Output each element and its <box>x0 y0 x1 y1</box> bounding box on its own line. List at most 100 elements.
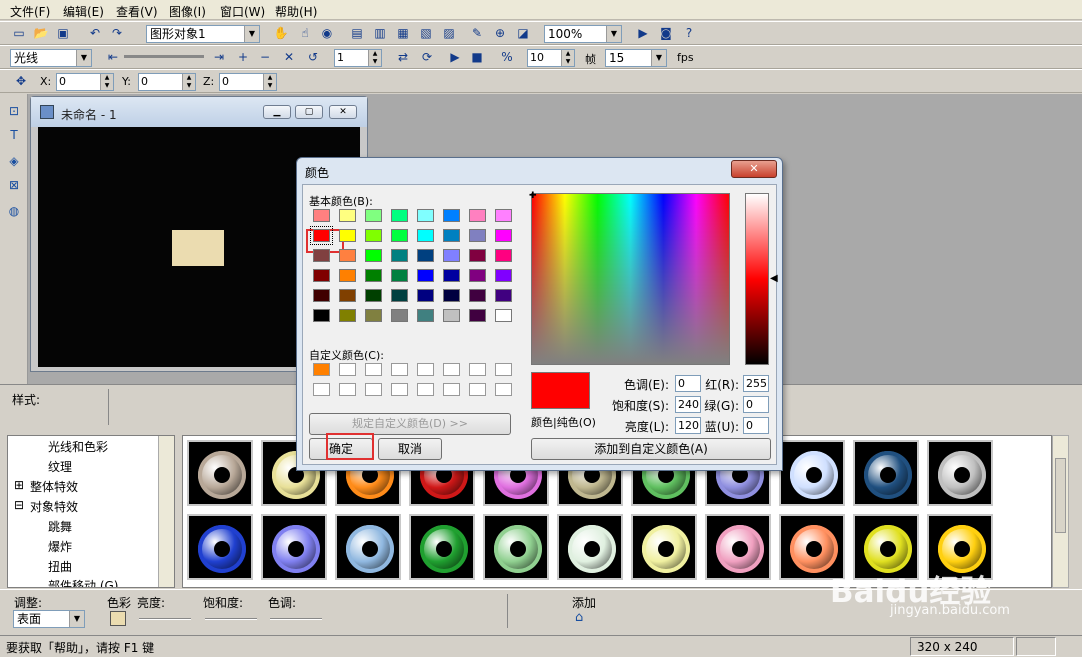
basic-color-swatch[interactable] <box>313 209 330 222</box>
swap-icon[interactable]: ⇄ <box>394 48 412 66</box>
basic-color-swatch[interactable] <box>443 249 460 262</box>
menu-window[interactable]: 窗口(W) <box>220 3 265 20</box>
z-input[interactable]: 0 ▲ ▼ <box>219 73 277 91</box>
basic-color-swatch[interactable] <box>443 229 460 242</box>
custom-color-swatch[interactable] <box>443 383 460 396</box>
custom-color-swatch[interactable] <box>365 383 382 396</box>
basic-color-swatch[interactable] <box>391 249 408 262</box>
open-file-icon[interactable]: 📂 <box>32 24 50 42</box>
hue-slider[interactable] <box>270 618 322 620</box>
basic-color-swatch[interactable] <box>443 309 460 322</box>
basic-color-swatch[interactable] <box>391 209 408 222</box>
help-pointer-icon[interactable]: ? <box>680 24 698 42</box>
basic-color-swatch[interactable] <box>495 209 512 222</box>
view-back-icon[interactable]: ▧ <box>417 24 435 42</box>
hue-field[interactable]: 0 <box>675 375 701 392</box>
custom-color-swatch[interactable] <box>339 363 356 376</box>
menu-image[interactable]: 图像(I) <box>169 3 206 20</box>
basic-color-swatch[interactable] <box>495 249 512 262</box>
tree-item-dance[interactable]: 跳舞 <box>48 518 72 535</box>
object-combo[interactable]: 图形对象1 ▼ <box>146 25 260 43</box>
add-custom-color-button[interactable]: 添加到自定义颜色(A) <box>531 438 771 460</box>
tree-item-global-effects[interactable]: 整体特效 <box>30 478 78 495</box>
basic-color-swatch[interactable] <box>469 209 486 222</box>
basic-color-swatch[interactable] <box>313 309 330 322</box>
basic-color-swatch[interactable] <box>339 229 356 242</box>
pin-icon[interactable]: ✎ <box>468 24 486 42</box>
light-combo[interactable]: 光线 ▼ <box>10 49 92 67</box>
menu-help[interactable]: 帮助(H) <box>275 3 317 20</box>
tree-item-part-move[interactable]: 部件移动 (G) <box>48 577 118 587</box>
key-icon[interactable]: ✕ <box>280 48 298 66</box>
basic-color-swatch[interactable] <box>313 289 330 302</box>
globe-icon[interactable]: ⊕ <box>491 24 509 42</box>
basic-color-swatch[interactable] <box>365 269 382 282</box>
custom-color-swatch[interactable] <box>391 383 408 396</box>
basic-color-swatch[interactable] <box>310 226 333 245</box>
tree-item-texture[interactable]: 纹理 <box>48 458 72 475</box>
luminance-bar[interactable] <box>745 193 769 365</box>
play-icon[interactable]: ▶ <box>446 48 464 66</box>
brightness-slider[interactable] <box>139 618 191 620</box>
select-tool-icon[interactable]: ⊠ <box>5 176 23 194</box>
fps-combo[interactable]: 15 ▼ <box>605 49 667 67</box>
basic-color-swatch[interactable] <box>495 269 512 282</box>
y-input[interactable]: 0 ▲ ▼ <box>138 73 196 91</box>
rotate-hand-icon[interactable]: ☝ <box>296 24 314 42</box>
style-thumbnail[interactable] <box>779 440 845 506</box>
style-thumbnail[interactable] <box>853 440 919 506</box>
menu-view[interactable]: 查看(V) <box>116 3 158 20</box>
style-thumbnail[interactable] <box>483 514 549 580</box>
basic-color-swatch[interactable] <box>443 269 460 282</box>
basic-color-swatch[interactable] <box>391 289 408 302</box>
custom-color-swatch[interactable] <box>469 363 486 376</box>
basic-color-swatch[interactable] <box>365 209 382 222</box>
tree-item-explode[interactable]: 爆炸 <box>48 538 72 555</box>
dialog-close-button[interactable]: ✕ <box>731 160 777 178</box>
green-field[interactable]: 0 <box>743 396 769 413</box>
add-frame-icon[interactable]: + <box>234 48 252 66</box>
custom-color-swatch[interactable] <box>313 363 330 376</box>
text-tool-icon[interactable]: T <box>5 126 23 144</box>
x-input[interactable]: 0 ▲ ▼ <box>56 73 114 91</box>
basic-color-swatch[interactable] <box>417 289 434 302</box>
minimize-button[interactable]: ▁ <box>263 105 291 119</box>
basic-color-swatch[interactable] <box>365 289 382 302</box>
frame-slider[interactable] <box>124 55 204 58</box>
basic-color-swatch[interactable] <box>417 269 434 282</box>
basic-color-swatch[interactable] <box>495 289 512 302</box>
basic-color-swatch[interactable] <box>469 229 486 242</box>
basic-color-swatch[interactable] <box>469 309 486 322</box>
basic-color-swatch[interactable] <box>443 209 460 222</box>
red-field[interactable]: 255 <box>743 375 769 392</box>
shape-tool-icon[interactable]: ◈ <box>5 152 23 170</box>
basic-color-swatch[interactable] <box>469 269 486 282</box>
luminance-field[interactable]: 120 <box>675 417 701 434</box>
basic-color-swatch[interactable] <box>339 249 356 262</box>
basic-color-swatch[interactable] <box>365 309 382 322</box>
basic-color-swatch[interactable] <box>339 209 356 222</box>
tree-expander-global[interactable]: ⊞ <box>14 478 24 492</box>
basic-color-swatch[interactable] <box>417 309 434 322</box>
style-thumbnail[interactable] <box>631 514 697 580</box>
basic-color-swatch[interactable] <box>339 309 356 322</box>
style-thumbnail[interactable] <box>187 514 253 580</box>
style-thumbnail[interactable] <box>705 514 771 580</box>
text-frame-icon[interactable]: ⊡ <box>5 102 23 120</box>
style-thumbnail[interactable] <box>335 514 401 580</box>
basic-color-swatch[interactable] <box>365 249 382 262</box>
custom-color-swatch[interactable] <box>495 383 512 396</box>
loop-icon[interactable]: ↺ <box>304 48 322 66</box>
scroll-thumb[interactable] <box>1055 458 1066 533</box>
maximize-button[interactable]: ▢ <box>295 105 323 119</box>
export-video-icon[interactable]: ◙ <box>657 24 675 42</box>
view-front-icon[interactable]: ▤ <box>348 24 366 42</box>
custom-color-swatch[interactable] <box>339 383 356 396</box>
export-image-icon[interactable]: ▶ <box>634 24 652 42</box>
custom-color-swatch[interactable] <box>313 383 330 396</box>
basic-color-swatch[interactable] <box>469 289 486 302</box>
style-thumbnail[interactable] <box>927 440 993 506</box>
chart-icon[interactable]: ◪ <box>514 24 532 42</box>
basic-color-swatch[interactable] <box>417 249 434 262</box>
basic-color-swatch[interactable] <box>495 229 512 242</box>
